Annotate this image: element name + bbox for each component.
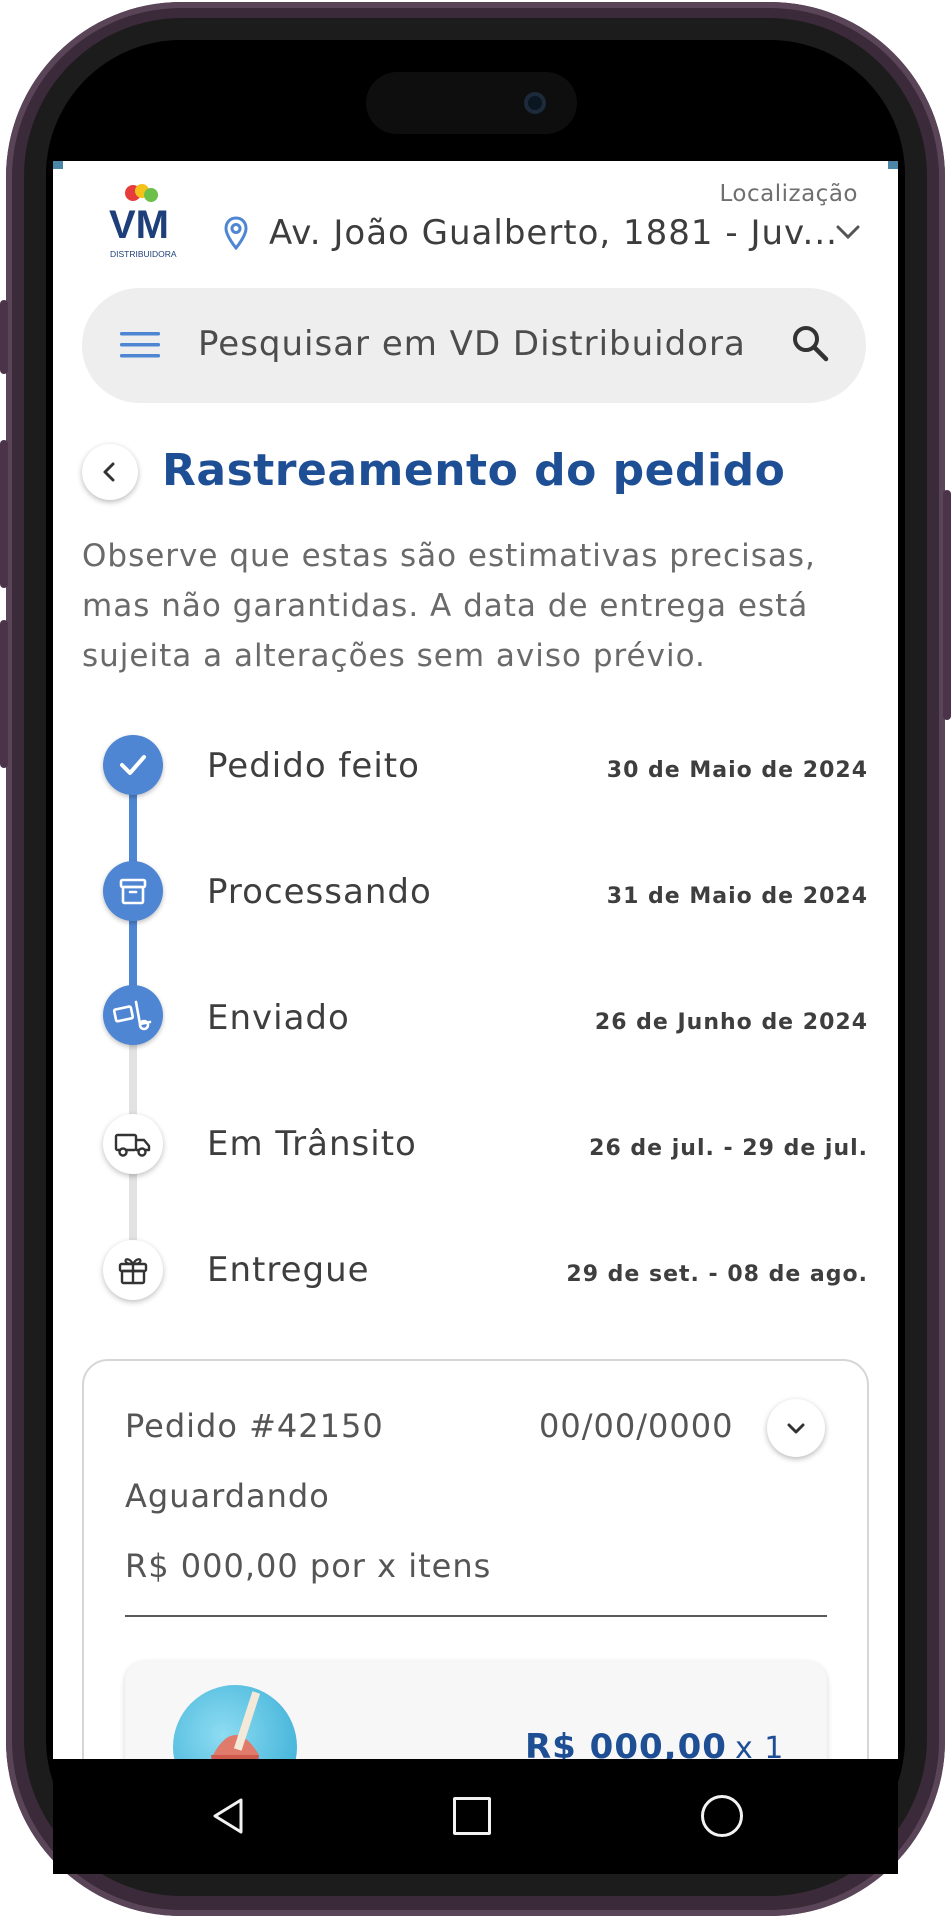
brand-subtitle: DISTRIBUIDORA	[110, 249, 177, 259]
item-price: R$ 000,00	[525, 1727, 727, 1759]
power-button	[943, 490, 951, 720]
step-date: 31 de Maio de 2024	[606, 884, 868, 909]
step-date: 30 de Maio de 2024	[606, 758, 868, 783]
volume-down-button	[0, 620, 8, 768]
search-icon[interactable]	[790, 323, 830, 363]
page-title: Rastreamento do pedido	[162, 445, 786, 496]
location-pin-icon	[224, 216, 248, 250]
check-icon	[120, 755, 146, 775]
delivery-notice: Observe que estas são estimativas precis…	[82, 538, 816, 674]
item-quantity: x 1	[735, 1731, 785, 1759]
step-label: Entregue	[207, 1250, 370, 1290]
step-pending-marker	[103, 1240, 163, 1300]
screen-corner	[53, 161, 63, 169]
step-date: 26 de jul. - 29 de jul.	[589, 1136, 868, 1161]
step-done-marker	[103, 735, 163, 795]
nav-home-icon[interactable]	[453, 1797, 491, 1835]
step-label: Processando	[207, 872, 432, 912]
step-date: 26 de Junho de 2024	[594, 1010, 868, 1035]
volume-button	[0, 300, 8, 374]
search-input[interactable]: Pesquisar em VD Distribuidora	[198, 324, 746, 364]
screen-corner	[888, 161, 898, 169]
nav-recents-icon[interactable]	[701, 1795, 743, 1837]
chevron-down-icon	[787, 1423, 805, 1434]
back-button[interactable]	[82, 444, 138, 500]
order-expand-button[interactable]	[767, 1399, 825, 1457]
step-label: Enviado	[207, 998, 350, 1038]
order-id: Pedido #42150	[125, 1407, 384, 1445]
step-label: Pedido feito	[207, 746, 420, 786]
step-date: 29 de set. - 08 de ago.	[566, 1262, 868, 1287]
app-screen: VM DISTRIBUIDORA Localização Av. João Gu…	[53, 161, 898, 1759]
location-address: Av. João Gualberto, 1881 - Juv...	[269, 213, 838, 253]
step-label: Em Trânsito	[207, 1124, 417, 1164]
order-item[interactable]: R$ 000,00 x 1	[125, 1661, 827, 1759]
box-icon	[119, 878, 147, 905]
order-date: 00/00/0000	[539, 1407, 734, 1445]
order-total: R$ 000,00 por x itens	[125, 1547, 492, 1585]
search-bar[interactable]: Pesquisar em VD Distribuidora	[82, 288, 866, 403]
truck-icon	[114, 1133, 151, 1157]
step-pending-marker	[103, 1114, 163, 1174]
brand-initials: VM	[109, 203, 169, 247]
nav-back-icon[interactable]	[211, 1797, 245, 1835]
step-done-marker	[103, 985, 163, 1045]
camera-lens-icon	[524, 92, 546, 114]
gift-icon	[118, 1258, 148, 1285]
order-status: Aguardando	[125, 1477, 330, 1515]
volume-up-button	[0, 440, 8, 588]
menu-icon[interactable]	[120, 328, 160, 362]
chevron-left-icon	[103, 462, 115, 482]
brand-logo: VM DISTRIBUIDORA	[109, 184, 177, 259]
system-nav-bar	[53, 1759, 898, 1874]
chevron-down-icon[interactable]	[833, 217, 863, 247]
dolly-icon	[112, 1000, 152, 1031]
product-image	[173, 1685, 297, 1759]
order-card: Pedido #42150 00/00/0000 Aguardando R$ 0…	[82, 1359, 869, 1759]
location-selector[interactable]: Av. João Gualberto, 1881 - Juv...	[223, 213, 863, 253]
step-done-marker	[103, 861, 163, 921]
location-label: Localização	[719, 181, 858, 207]
order-divider	[125, 1615, 827, 1617]
